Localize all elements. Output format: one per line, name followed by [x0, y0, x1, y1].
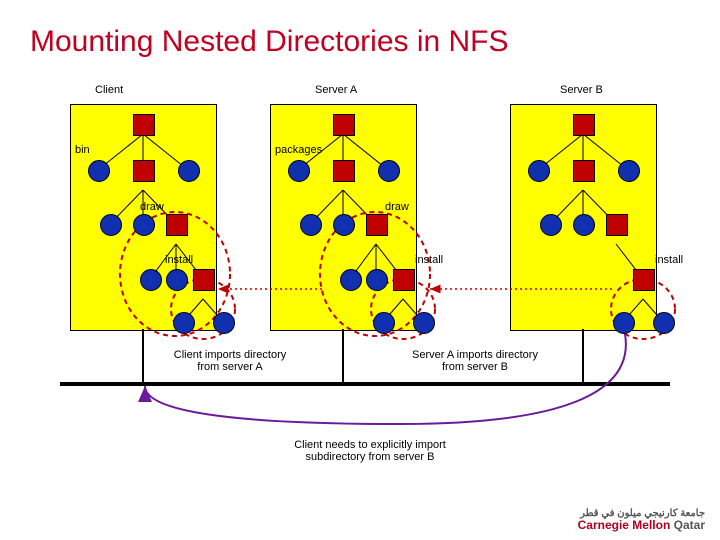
label-bin: bin: [75, 144, 90, 156]
node-a-l4-a: [373, 312, 395, 334]
node-b-l2-c: [606, 214, 628, 236]
node-b-l1-c: [618, 160, 640, 182]
label-install-b: install: [655, 254, 683, 266]
node-client-l3-b: [166, 269, 188, 291]
caption-import-b: Server A imports directory from server B: [400, 349, 550, 373]
node-b-l1-a: [528, 160, 550, 182]
node-b-l1-b: [573, 160, 595, 182]
node-client-l1-c: [178, 160, 200, 182]
footer-en2: Qatar: [674, 518, 705, 532]
node-a-l3-a: [340, 269, 362, 291]
footer-en1: Carnegie Mellon: [578, 518, 671, 532]
node-client-l3-c: [193, 269, 215, 291]
caption-import-a: Client imports directory from server A: [165, 349, 295, 373]
slide-title: Mounting Nested Directories in NFS: [0, 0, 720, 74]
node-b-root: [573, 114, 595, 136]
node-client-l2-b: [133, 214, 155, 236]
label-server-b: Server B: [560, 84, 603, 96]
node-client-root: [133, 114, 155, 136]
node-a-l1-a: [288, 160, 310, 182]
node-a-l2-c: [366, 214, 388, 236]
label-draw-a: draw: [385, 201, 409, 213]
label-client: Client: [95, 84, 123, 96]
node-a-l4-b: [413, 312, 435, 334]
node-a-l3-b: [366, 269, 388, 291]
node-client-l3-a: [140, 269, 162, 291]
node-b-l3-c: [633, 269, 655, 291]
label-install-a: install: [415, 254, 443, 266]
node-a-root: [333, 114, 355, 136]
footer-logo: جامعة كارنيجي ميلون في قطر Carnegie Mell…: [578, 509, 705, 532]
node-b-l2-b: [573, 214, 595, 236]
node-client-l2-a: [100, 214, 122, 236]
node-a-l2-b: [333, 214, 355, 236]
label-install-client: install: [165, 254, 193, 266]
label-server-a: Server A: [315, 84, 357, 96]
node-a-l1-b: [333, 160, 355, 182]
node-client-l1-b: [133, 160, 155, 182]
node-b-l2-a: [540, 214, 562, 236]
label-packages: packages: [275, 144, 322, 156]
caption-bottom: Client needs to explicitly import subdir…: [270, 439, 470, 463]
node-a-l3-c: [393, 269, 415, 291]
diagram-stage: Client Server A Server B: [0, 74, 720, 524]
node-a-l1-c: [378, 160, 400, 182]
node-b-l4-b: [653, 312, 675, 334]
node-client-l4-a: [173, 312, 195, 334]
node-client-l4-b: [213, 312, 235, 334]
node-b-l4-a: [613, 312, 635, 334]
node-a-l2-a: [300, 214, 322, 236]
node-client-l1-a: [88, 160, 110, 182]
label-draw-client: draw: [140, 201, 164, 213]
node-client-l2-c: [166, 214, 188, 236]
